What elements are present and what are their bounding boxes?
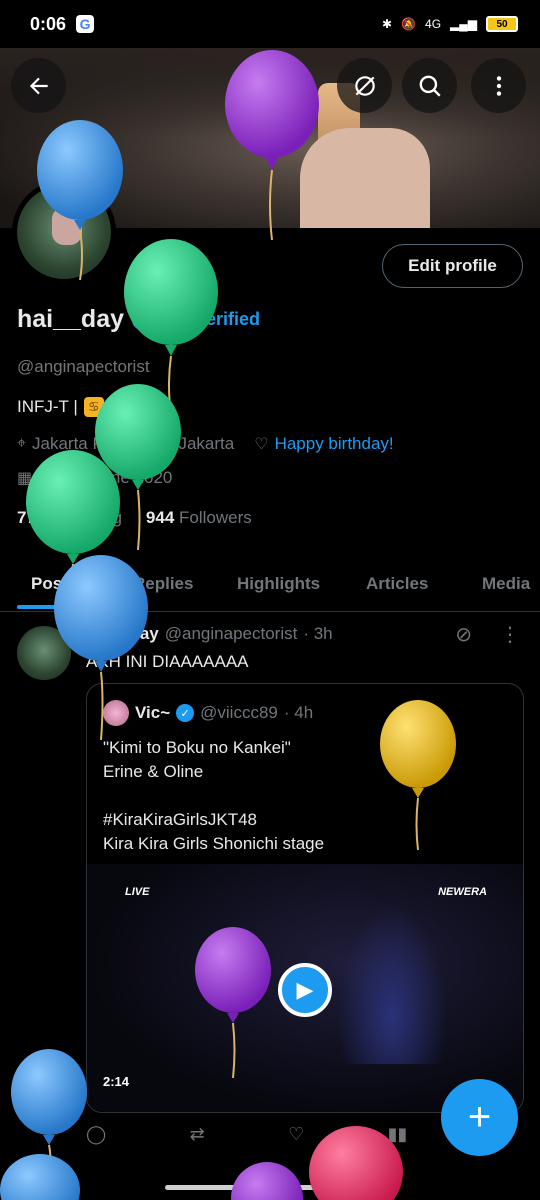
quote-time: · 4h: [283, 703, 314, 722]
follow-stats: 770 Following 944 Followers: [17, 508, 252, 528]
quote-line: #KiraKiraGirlsJKT48: [103, 810, 257, 829]
grok-button[interactable]: [337, 58, 392, 113]
profile-bio: INFJ-T | ♋ ♐: [17, 397, 130, 417]
compose-button[interactable]: +: [441, 1079, 518, 1156]
blue-balloon: [0, 1154, 80, 1200]
cancer-zodiac-icon: ♋: [83, 397, 104, 417]
quote-verified-icon: ✓: [176, 704, 195, 722]
location-icon: ⌖: [17, 435, 27, 452]
edit-profile-button[interactable]: Edit profile: [382, 244, 523, 288]
views-icon[interactable]: ▮▮: [388, 1124, 408, 1145]
post-text: AKH INI DIAAAAAAA: [86, 652, 249, 671]
post-header: hai__day @anginapectorist · 3h: [86, 624, 333, 644]
battery-icon: 50: [486, 16, 518, 32]
mute-icon: 🔕: [401, 17, 417, 31]
birthday-link[interactable]: Happy birthday!: [275, 434, 394, 454]
verified-check-icon: ✓: [132, 309, 153, 330]
quote-line: "Kimi to Boku no Kankei": [103, 738, 291, 757]
sagittarius-zodiac-icon: ♐: [109, 397, 130, 417]
get-verified-link[interactable]: Get Verified: [160, 309, 260, 330]
status-bar: 0:06 G ✱ 🔕 4G ▂▄▆ 50: [0, 0, 540, 48]
calendar-icon: ▦: [17, 470, 33, 487]
profile-avatar[interactable]: [12, 180, 116, 284]
profile-name: hai__day: [17, 305, 125, 333]
active-tab-indicator: [17, 605, 93, 609]
search-button[interactable]: [402, 58, 457, 113]
reply-icon[interactable]: ◯: [86, 1124, 106, 1145]
quote-author-handle: @viiccc89: [200, 703, 278, 722]
joined-text: Joined June 2020: [38, 468, 173, 487]
profile-meta-row: ⌖ Jakarta Pusat, DKI Jakarta ♡ Happy bir…: [17, 434, 394, 454]
more-button[interactable]: [471, 58, 526, 113]
profile-handle: @anginapectorist: [17, 357, 150, 376]
status-time: 0:06: [30, 13, 67, 34]
bio-text: INFJ-T |: [17, 397, 78, 416]
followers-link[interactable]: 944 Followers: [146, 508, 252, 528]
quote-text: "Kimi to Boku no Kankei" Erine & Oline #…: [103, 736, 324, 856]
status-icons: ✱ 🔕 4G ▂▄▆ 50: [382, 16, 518, 32]
grok-post-icon[interactable]: ⊘: [455, 622, 472, 647]
tab-articles[interactable]: Articles: [366, 556, 428, 612]
post-author-handle: @anginapectorist: [164, 624, 298, 643]
signal-icon: ▂▄▆: [450, 17, 477, 31]
video-duration: 2:14: [103, 1074, 130, 1089]
home-indicator[interactable]: [165, 1185, 375, 1190]
quote-line: Erine & Oline: [103, 762, 204, 781]
tab-replies[interactable]: Replies: [133, 556, 193, 612]
tab-media[interactable]: Media: [482, 556, 530, 612]
post-time: · 3h: [303, 624, 333, 643]
balloon-icon: ♡: [254, 436, 269, 453]
post-author-name[interactable]: hai__day: [86, 624, 159, 644]
search-icon: [419, 75, 441, 97]
blue-balloon: [11, 1049, 87, 1181]
profile-location: Jakarta Pusat, DKI Jakarta: [32, 434, 235, 453]
google-icon: G: [76, 15, 95, 33]
video-live-label: LIVE: [125, 886, 150, 898]
quote-header: Vic~ ✓ @viiccc89 · 4h: [103, 700, 313, 726]
profile-joined: ▦ Joined June 2020: [17, 468, 172, 488]
network-label: 4G: [425, 17, 442, 31]
post-avatar[interactable]: [17, 626, 71, 680]
bluetooth-icon: ✱: [382, 17, 393, 31]
display-name-row: hai__day ✓ Get Verified: [17, 305, 260, 334]
video-brand-label: NEWERA: [438, 886, 487, 898]
profile-tabs: Posts Replies Highlights Articles Media: [0, 556, 540, 612]
back-arrow-icon: [29, 77, 48, 94]
post-header-actions: ⊘ ⋮: [455, 622, 520, 647]
post-more-icon[interactable]: ⋮: [500, 622, 520, 647]
play-button[interactable]: ▶: [278, 963, 332, 1017]
quote-line: [103, 784, 324, 808]
plus-icon: +: [467, 1095, 492, 1139]
tab-highlights[interactable]: Highlights: [237, 556, 320, 612]
play-icon: ▶: [296, 977, 314, 1002]
video-player[interactable]: LIVE NEWERA ▶ 2:14: [87, 864, 523, 1112]
grok-icon: [354, 75, 375, 96]
quote-line: Kira Kira Girls Shonichi stage: [103, 834, 325, 853]
quote-author-name: Vic~: [135, 703, 171, 722]
quote-avatar: [103, 700, 129, 726]
tab-posts[interactable]: Posts: [31, 556, 77, 612]
repost-icon[interactable]: ⇄: [190, 1124, 205, 1145]
back-button[interactable]: [11, 58, 66, 113]
like-icon[interactable]: ♡: [288, 1124, 304, 1145]
purple-balloon: [231, 1162, 303, 1200]
quoted-post[interactable]: Vic~ ✓ @viiccc89 · 4h "Kimi to Boku no K…: [86, 683, 524, 1113]
more-vertical-icon: [496, 75, 501, 96]
following-link[interactable]: 770 Following: [17, 508, 122, 528]
